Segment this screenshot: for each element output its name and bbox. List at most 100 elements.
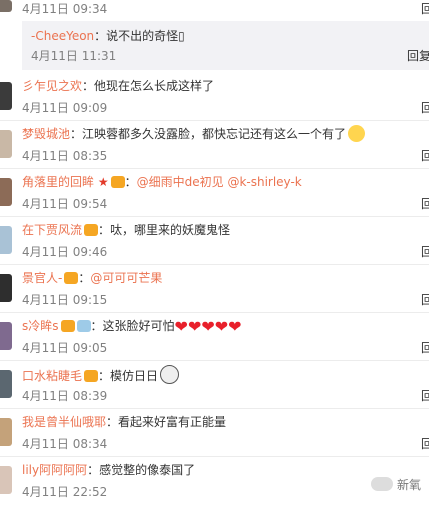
separator: ： [78,271,91,285]
comment-text: 模仿日日 [110,369,159,383]
watermark-text: 新氧 [396,478,421,492]
timestamp: 4月11日 09:34 [22,2,108,16]
comment-line: 口水粘睫毛 ：模仿日日 [22,365,180,384]
timestamp: 4月11日 09:09 [22,101,108,115]
vip-crown-icon [84,224,99,236]
username-link[interactable]: 我是曾半仙哦耶 [22,415,106,429]
reply-button[interactable]: 回复 [407,47,429,64]
reply-button[interactable]: 回 [421,291,429,308]
avatar[interactable] [0,178,12,206]
vip-crown-icon [60,320,75,332]
username-link[interactable]: 在下贾风流 [22,223,82,237]
divider [0,312,429,313]
comment-item: 口水粘睫毛 ：模仿日日 4月11日 08:39 回 [0,363,429,409]
avatar[interactable] [0,130,12,158]
comment-fragment-top: 4月11日 09:34 回 [0,0,429,20]
divider [0,264,429,265]
avatar[interactable] [0,82,12,110]
comment-line: 梦毁城池：江映蓉都多久没露脸，都快忘记还有这么一个有了 [22,125,366,142]
username-link[interactable]: 角落里的回眸 [22,175,94,189]
comment-item: 我是曾半仙哦耶：看起来好富有正能量 4月11日 08:34 回 [0,411,429,457]
username-link[interactable]: 彡乍见之欢 [22,79,82,93]
timestamp: 4月11日 09:15 [22,293,108,307]
avatar[interactable] [0,466,12,494]
comment-item: lily阿阿阿阿：感觉整的像泰国了 4月11日 22:52 [0,459,429,505]
separator: ： [124,175,137,189]
vip-crown-icon [110,176,125,188]
username-link[interactable]: s冷眸s [22,319,59,333]
vip-crown-icon [64,272,79,284]
username-link[interactable]: 景官人- [22,271,62,285]
timestamp: 4月11日 08:39 [22,389,108,403]
divider [0,456,429,457]
reply-button[interactable]: 回 [421,147,429,164]
sub-reply-text: ：说不出的奇怪▯ [94,29,185,43]
divider [0,408,429,409]
comment-text: 这张脸好可怕 [102,319,175,333]
comment-item: 角落里的回眸 ★ ：@细雨中de初见 @k-shirley-k 4月11日 09:… [0,171,429,217]
reply-button[interactable]: 回 [421,243,429,260]
divider [0,360,429,361]
separator: ： [82,79,95,93]
avatar[interactable] [0,418,12,446]
divider [0,120,429,121]
separator: ： [90,319,103,333]
comment-item: 梦毁城池：江映蓉都多久没露脸，都快忘记还有这么一个有了 4月11日 08:35 … [0,123,429,169]
star-icon: ★ [97,175,109,189]
reply-button[interactable]: 回 [421,99,429,116]
separator: ： [98,223,111,237]
username-link[interactable]: -CheeYeon [31,29,94,43]
level-badge-icon [76,320,91,332]
avatar[interactable] [0,226,12,254]
comment-line: s冷眸s ：这张脸好可怕❤❤❤❤❤ [22,317,242,336]
comment-text: 看起来好富有正能量 [118,415,227,429]
comment-text: 江映蓉都多久没露脸，都快忘记还有这么一个有了 [82,127,347,141]
username-link[interactable]: 梦毁城池 [22,127,70,141]
cat-emoji-icon [348,125,366,142]
avatar[interactable] [0,0,12,12]
avatar[interactable] [0,322,12,350]
comment-line: 我是曾半仙哦耶：看起来好富有正能量 [22,413,226,430]
separator: ： [87,463,100,477]
comment-line: 角落里的回眸 ★ ：@细雨中de初见 @k-shirley-k [22,173,302,190]
separator: ： [70,127,83,141]
avatar[interactable] [0,370,12,398]
comment-line: 在下贾风流 ：呔，哪里来的妖魔鬼怪 [22,221,230,238]
watermark: 新氧 [370,476,421,493]
reply-button[interactable]: 回 [421,435,429,452]
username-link[interactable]: lily阿阿阿阿 [22,463,87,477]
reply-button[interactable]: 回 [421,387,429,404]
comment-text: 感觉整的像泰国了 [99,463,196,477]
comment-text: 他现在怎么长成这样了 [94,79,215,93]
avatar[interactable] [0,274,12,302]
comment-item: 景官人- ：@可可可芒果 4月11日 09:15 回 [0,267,429,313]
timestamp: 4月11日 09:54 [22,197,108,211]
divider [0,216,429,217]
timestamp: 4月11日 08:35 [22,149,108,163]
comment-line: lily阿阿阿阿：感觉整的像泰国了 [22,461,195,478]
timestamp: 4月11日 09:46 [22,245,108,259]
separator: ： [106,415,119,429]
timestamp: 4月11日 11:31 [31,49,117,63]
comment-text: 呔，哪里来的妖魔鬼怪 [110,223,231,237]
username-link[interactable]: 口水粘睫毛 [22,369,82,383]
timestamp: 4月11日 09:05 [22,341,108,355]
wechat-icon [370,477,393,491]
vip-crown-icon [84,370,99,382]
divider [0,168,429,169]
separator: ： [98,369,111,383]
heart-emoji-icon: ❤❤❤❤❤ [174,317,242,336]
comment-line: 彡乍见之欢：他现在怎么长成这样了 [22,77,214,94]
sub-reply-box: -CheeYeon：说不出的奇怪▯ 4月11日 11:31 回复 [22,21,429,70]
timestamp: 4月11日 22:52 [22,485,108,499]
comment-item: 彡乍见之欢：他现在怎么长成这样了 4月11日 09:09 回 [0,75,429,121]
comment-item: s冷眸s ：这张脸好可怕❤❤❤❤❤ 4月11日 09:05 回 [0,315,429,361]
timestamp: 4月11日 08:34 [22,437,108,451]
sub-reply-line: -CheeYeon：说不出的奇怪▯ [31,27,185,44]
reply-button[interactable]: 回 [421,195,429,212]
mention-link[interactable]: @细雨中de初见 @k-shirley-k [137,175,302,189]
reply-button[interactable]: 回 [421,339,429,356]
mention-link[interactable]: @可可可芒果 [90,271,162,285]
comment-line: 景官人- ：@可可可芒果 [22,269,162,286]
reply-button[interactable]: 回 [421,0,429,17]
